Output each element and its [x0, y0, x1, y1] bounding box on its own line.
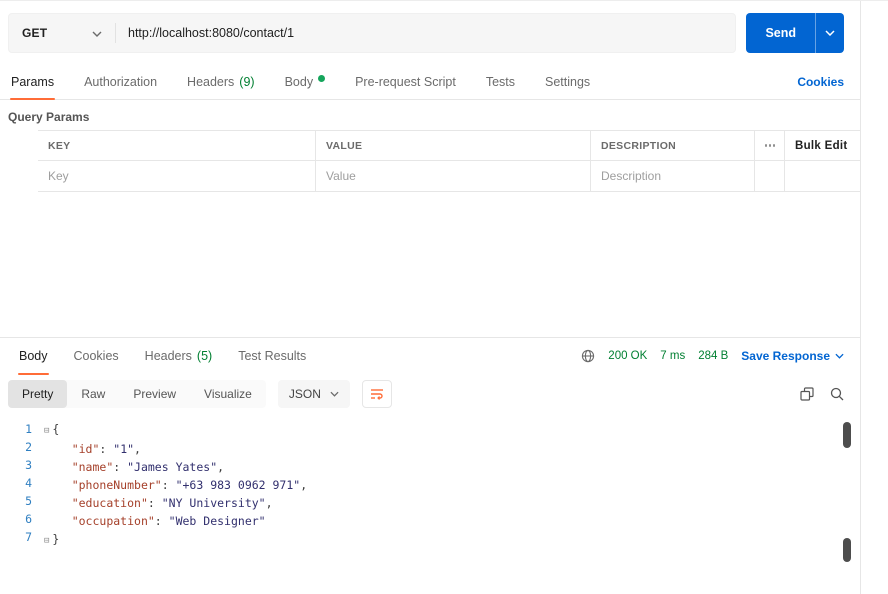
- tab-tests-label: Tests: [486, 75, 515, 89]
- response-headers-count-badge: (5): [197, 349, 212, 363]
- tab-authorization-label: Authorization: [84, 75, 157, 89]
- tab-response-cookies[interactable]: Cookies: [71, 338, 122, 374]
- scrollbar-thumb[interactable]: [843, 538, 851, 562]
- tab-test-results-label: Test Results: [238, 349, 306, 363]
- response-meta: 200 OK 7 ms 284 B Save Response: [581, 349, 844, 363]
- tab-params-label: Params: [11, 75, 54, 89]
- row-gutter: [0, 161, 38, 192]
- params-header-description: DESCRIPTION: [590, 130, 754, 161]
- scrollbar-thumb[interactable]: [843, 422, 851, 448]
- tab-tests[interactable]: Tests: [483, 65, 518, 99]
- tab-response-body-label: Body: [19, 349, 48, 363]
- response-tabs: Body Cookies Headers (5) Test Results: [0, 338, 860, 374]
- bulk-edit-button[interactable]: Bulk Edit: [795, 140, 848, 152]
- url-box: GET: [8, 13, 736, 53]
- more-options-icon[interactable]: [754, 130, 784, 161]
- dot: [773, 144, 775, 147]
- save-response-button[interactable]: Save Response: [741, 349, 844, 363]
- tab-response-cookies-label: Cookies: [74, 349, 119, 363]
- send-options-chevron-icon[interactable]: [815, 13, 844, 53]
- tab-params[interactable]: Params: [8, 65, 57, 99]
- tab-test-results[interactable]: Test Results: [235, 338, 309, 374]
- response-size: 284 B: [698, 350, 728, 362]
- tab-authorization[interactable]: Authorization: [81, 65, 160, 99]
- tab-response-body[interactable]: Body: [16, 338, 51, 374]
- response-actions: [800, 387, 844, 401]
- tab-response-headers[interactable]: Headers (5): [142, 338, 216, 374]
- row-gutter: [0, 130, 38, 161]
- tab-headers-label: Headers: [187, 75, 234, 89]
- view-visualize[interactable]: Visualize: [190, 380, 266, 408]
- right-sidebar: [861, 1, 888, 594]
- view-pretty[interactable]: Pretty: [8, 380, 67, 408]
- url-input[interactable]: [116, 14, 735, 52]
- view-raw[interactable]: Raw: [67, 380, 119, 408]
- tab-settings-label: Settings: [545, 75, 590, 89]
- headers-count-badge: (9): [239, 75, 254, 89]
- network-globe-icon[interactable]: [581, 349, 595, 363]
- main-panel: GET Send Params Authorizati: [0, 1, 861, 594]
- wrap-lines-button[interactable]: [362, 380, 392, 408]
- format-select[interactable]: JSON: [278, 380, 350, 408]
- params-header-key: KEY: [38, 130, 315, 161]
- postman-request-view: GET Send Params Authorizati: [0, 0, 888, 594]
- bulk-edit-cell: Bulk Edit: [784, 130, 860, 161]
- tab-pre-request-script[interactable]: Pre-request Script: [352, 65, 459, 99]
- response-panel: Body Cookies Headers (5) Test Results: [0, 337, 860, 594]
- param-value-input[interactable]: [326, 169, 580, 183]
- query-params-title: Query Params: [0, 100, 860, 130]
- code-content: ⊟{ "id": "1", "name": "James Yates", "ph…: [44, 420, 860, 594]
- view-mode-switcher: Pretty Raw Preview Visualize: [8, 380, 266, 408]
- method-select[interactable]: GET: [9, 14, 115, 52]
- params-header-row: KEY VALUE DESCRIPTION Bulk Edit: [0, 130, 860, 161]
- send-button[interactable]: Send: [746, 13, 844, 53]
- empty-area: [0, 192, 860, 337]
- param-description-input[interactable]: [601, 169, 744, 183]
- send-label: Send: [746, 13, 815, 53]
- params-header-value: VALUE: [315, 130, 590, 161]
- request-bar: GET Send: [0, 1, 860, 65]
- view-preview[interactable]: Preview: [119, 380, 190, 408]
- search-icon[interactable]: [830, 387, 844, 401]
- row-bulk: [784, 161, 860, 192]
- copy-icon[interactable]: [800, 387, 814, 401]
- cookies-link[interactable]: Cookies: [797, 75, 844, 89]
- tab-body[interactable]: Body: [282, 65, 329, 99]
- params-empty-row: [0, 161, 860, 192]
- chevron-down-icon: [92, 24, 102, 42]
- status-code: 200 OK: [608, 350, 647, 362]
- tab-pre-request-script-label: Pre-request Script: [355, 75, 456, 89]
- tab-response-headers-label: Headers: [145, 349, 192, 363]
- body-modified-dot: [318, 75, 325, 82]
- row-options: [754, 161, 784, 192]
- format-label: JSON: [289, 387, 321, 401]
- response-body-viewer: 1234567 ⊟{ "id": "1", "name": "James Yat…: [0, 414, 860, 594]
- tab-headers[interactable]: Headers (9): [184, 65, 258, 99]
- dot: [765, 144, 767, 147]
- method-label: GET: [22, 26, 47, 40]
- response-toolbar: Pretty Raw Preview Visualize JSON: [0, 374, 860, 414]
- request-tabs: Params Authorization Headers (9) Body Pr…: [0, 65, 860, 100]
- tab-settings[interactable]: Settings: [542, 65, 593, 99]
- dot: [769, 144, 771, 147]
- tab-body-label: Body: [285, 75, 314, 89]
- response-time: 7 ms: [660, 350, 685, 362]
- save-response-label: Save Response: [741, 349, 830, 363]
- code-gutter: 1234567: [0, 420, 44, 594]
- param-key-input[interactable]: [48, 169, 305, 183]
